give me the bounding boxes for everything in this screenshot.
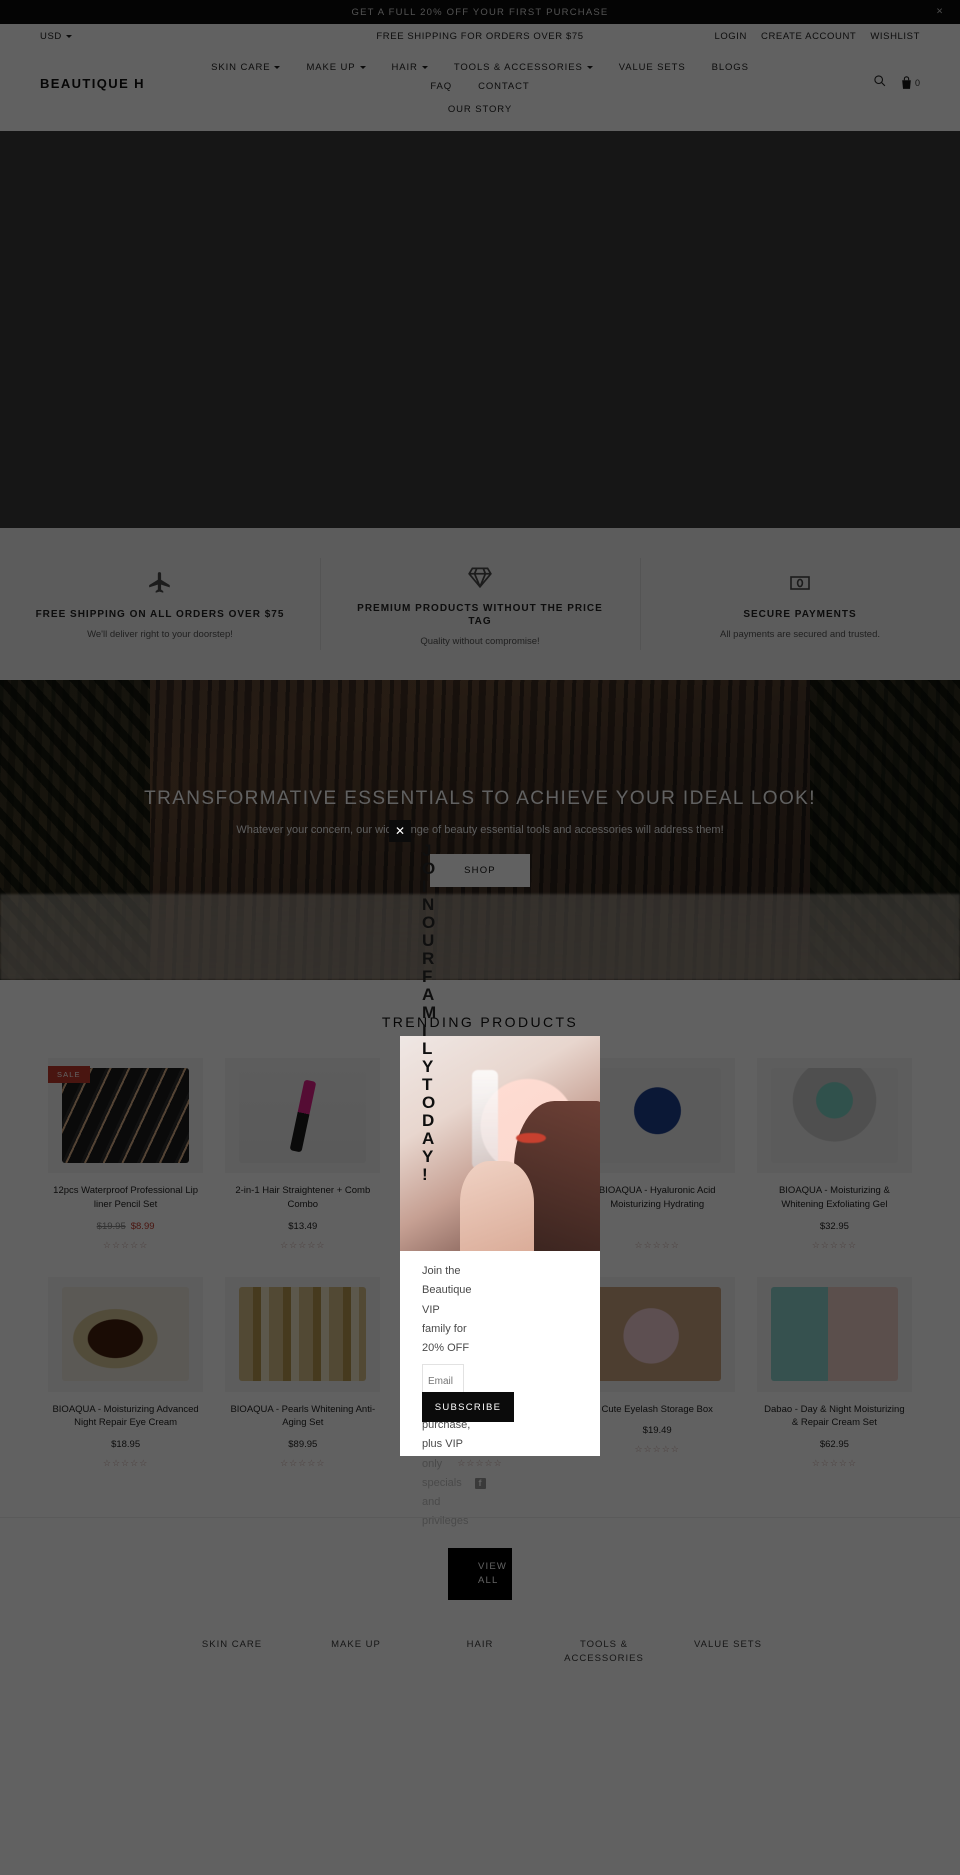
modal-overlay[interactable] (0, 0, 960, 1875)
newsletter-title-char: N (422, 895, 435, 915)
newsletter-title-char: A (422, 985, 435, 1005)
newsletter-title-char: T (422, 1075, 433, 1095)
newsletter-modal: ✕ J O I N O U R F A M I L Y T O D A Y! Join the Beautique… (389, 820, 600, 1527)
newsletter-title-char: D (422, 1111, 435, 1131)
model-lips (516, 1132, 546, 1143)
newsletter-title-char: R (422, 949, 435, 969)
newsletter-title: J O I N O U R F A M I L Y T O D A Y! (422, 841, 444, 1185)
newsletter-title-char: Y (422, 1057, 434, 1077)
newsletter-title-char: O (422, 859, 436, 879)
newsletter-title-char: U (422, 931, 435, 951)
product-bottle (472, 1070, 498, 1170)
newsletter-title-char: L (422, 1039, 433, 1059)
newsletter-title-char: M (422, 1003, 437, 1023)
newsletter-subscribe-button[interactable]: SUBSCRIBE (422, 1392, 514, 1422)
newsletter-title-char: O (422, 1093, 436, 1113)
newsletter-title-char: I (422, 877, 427, 897)
newsletter-title-char: O (422, 913, 436, 933)
newsletter-title-char: ! (422, 1165, 428, 1185)
newsletter-close-icon[interactable]: ✕ (389, 820, 411, 842)
newsletter-title-char: I (422, 1021, 427, 1041)
newsletter-title-char: Y (422, 1147, 434, 1167)
newsletter-title-char: J (422, 841, 432, 860)
page-root: GET A FULL 20% OFF YOUR FIRST PURCHASE ×… (0, 0, 960, 1875)
newsletter-title-char: A (422, 1129, 435, 1149)
model-hand (460, 1160, 534, 1251)
newsletter-title-char: F (422, 967, 433, 987)
